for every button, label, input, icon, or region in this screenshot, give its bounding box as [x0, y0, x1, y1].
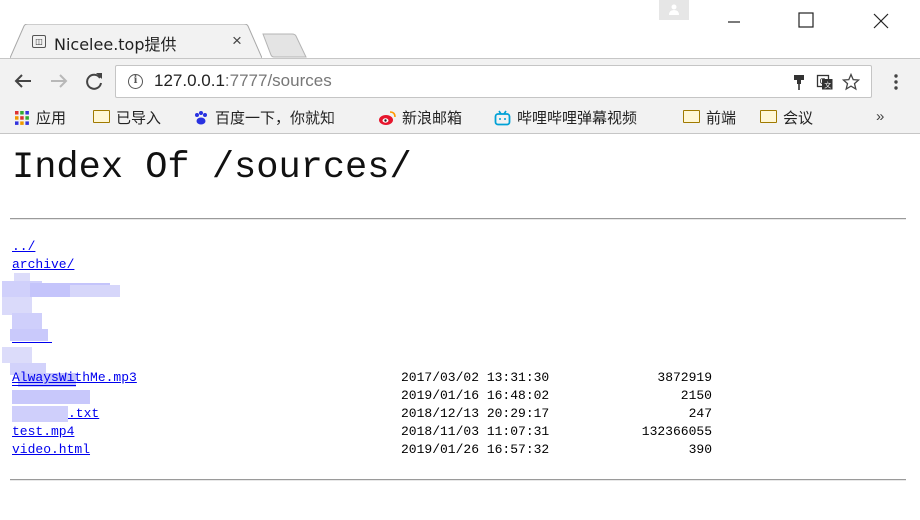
url-host: 127.0.0.1 [154, 71, 225, 90]
entry-date: 2018/12/13 20:29:17 [401, 406, 550, 421]
entry-link[interactable]: test.mp4 [12, 424, 74, 439]
table-row: video.html 2019/01/26 16:57:32 390 [12, 442, 712, 460]
favicon-icon: ◫ [32, 35, 46, 48]
profile-button[interactable] [659, 0, 689, 20]
bookmark-bilibili[interactable]: 哔哩哔哩弹幕视频 [494, 107, 666, 131]
info-icon[interactable]: i [128, 74, 143, 89]
folder-icon [683, 110, 700, 123]
url-path: :7777/sources [224, 71, 332, 90]
tab-close-icon[interactable]: × [230, 31, 244, 51]
baidu-paw-icon [195, 110, 207, 124]
entry-date: 2018/11/03 11:07:31 [401, 424, 550, 439]
person-icon [669, 4, 679, 15]
entry-date: 2019/01/16 16:48:02 [401, 388, 550, 403]
address-bar[interactable]: i 127.0.0.1:7777/sources G 文 [115, 65, 872, 98]
entry-size: 390 [688, 442, 712, 457]
bookmark-frontend[interactable]: 前端 [683, 107, 736, 131]
entry-size: 2150 [680, 388, 712, 403]
page-content: Index Of /sources/ ../ archive/ AlwaysWi… [0, 135, 920, 520]
bookmark-baidu[interactable]: 百度一下，你就知 [193, 107, 361, 131]
entry-link[interactable]: AlwaysWithMe.mp3 [12, 370, 137, 385]
bilibili-tv-icon [494, 110, 511, 125]
folder-icon [93, 110, 110, 123]
entry-date: 2017/03/02 13:31:30 [401, 370, 550, 385]
extension-pin-icon[interactable] [790, 73, 808, 91]
bookmark-sina-mail[interactable]: 新浪邮箱 [378, 107, 462, 131]
weibo-icon [379, 110, 396, 125]
table-row: AlwaysWithMe.mp3 2017/03/02 13:31:30 387… [12, 370, 712, 388]
bookmark-label: 应用 [36, 109, 67, 127]
list-item: ../ [12, 239, 35, 257]
back-arrow-icon[interactable] [12, 70, 34, 92]
entry-link[interactable]: .txt [68, 406, 99, 421]
entry-date: 2019/01/26 16:57:32 [401, 442, 550, 457]
redacted-region [0, 269, 125, 409]
page-title: Index Of /sources/ [12, 147, 412, 189]
folder-icon [760, 110, 777, 123]
bookmark-label: 已导入 [116, 109, 162, 127]
divider-top [10, 218, 906, 220]
translate-icon[interactable]: G 文 [816, 73, 834, 91]
title-bar: ◫ Nicelee.top提供 × [0, 0, 920, 58]
bookmark-label: 新浪邮箱 [402, 109, 463, 127]
svg-text:文: 文 [824, 81, 831, 90]
menu-dots-icon[interactable] [887, 71, 905, 93]
entry-link[interactable]: ../ [12, 239, 35, 254]
tab-title: Nicelee.top提供 [54, 35, 177, 54]
bookmark-label: 百度一下，你就知 [215, 109, 336, 127]
entry-size: 132366055 [641, 424, 712, 439]
entry-link[interactable]: video.html [12, 442, 90, 457]
bookmark-apps[interactable]: 应用 [14, 107, 66, 131]
redacted-name [12, 390, 90, 404]
bookmarks-overflow-icon[interactable]: » [876, 108, 884, 125]
bookmarks-bar: 应用 已导入 百度一下，你就知 新浪邮箱 哔哩哔哩弹幕视频 前端 会议 [0, 104, 920, 134]
maximize-button[interactable] [784, 0, 830, 40]
new-tab-button[interactable] [262, 33, 308, 58]
reload-icon[interactable] [83, 70, 105, 92]
table-row: test.mp4 2018/11/03 11:07:31 132366055 [12, 424, 712, 442]
tab-nicelee[interactable]: ◫ Nicelee.top提供 × [10, 24, 262, 58]
entry-size: 3872919 [657, 370, 712, 385]
close-window-button[interactable] [858, 0, 904, 40]
bookmark-imported[interactable]: 已导入 [93, 107, 161, 131]
entry-size: 247 [688, 406, 712, 421]
bookmark-label: 哔哩哔哩弹幕视频 [517, 109, 638, 127]
redacted-name [12, 406, 68, 422]
divider-bottom [10, 479, 906, 481]
url-text[interactable]: 127.0.0.1:7777/sources [154, 71, 332, 91]
forward-arrow-icon[interactable] [48, 70, 70, 92]
minimize-button[interactable] [710, 0, 756, 40]
bookmark-label: 会议 [783, 109, 814, 127]
bookmark-star-icon[interactable] [842, 73, 860, 91]
bookmark-label: 前端 [706, 109, 737, 127]
bookmark-meeting[interactable]: 会议 [760, 107, 813, 131]
apps-grid-icon [15, 110, 29, 125]
